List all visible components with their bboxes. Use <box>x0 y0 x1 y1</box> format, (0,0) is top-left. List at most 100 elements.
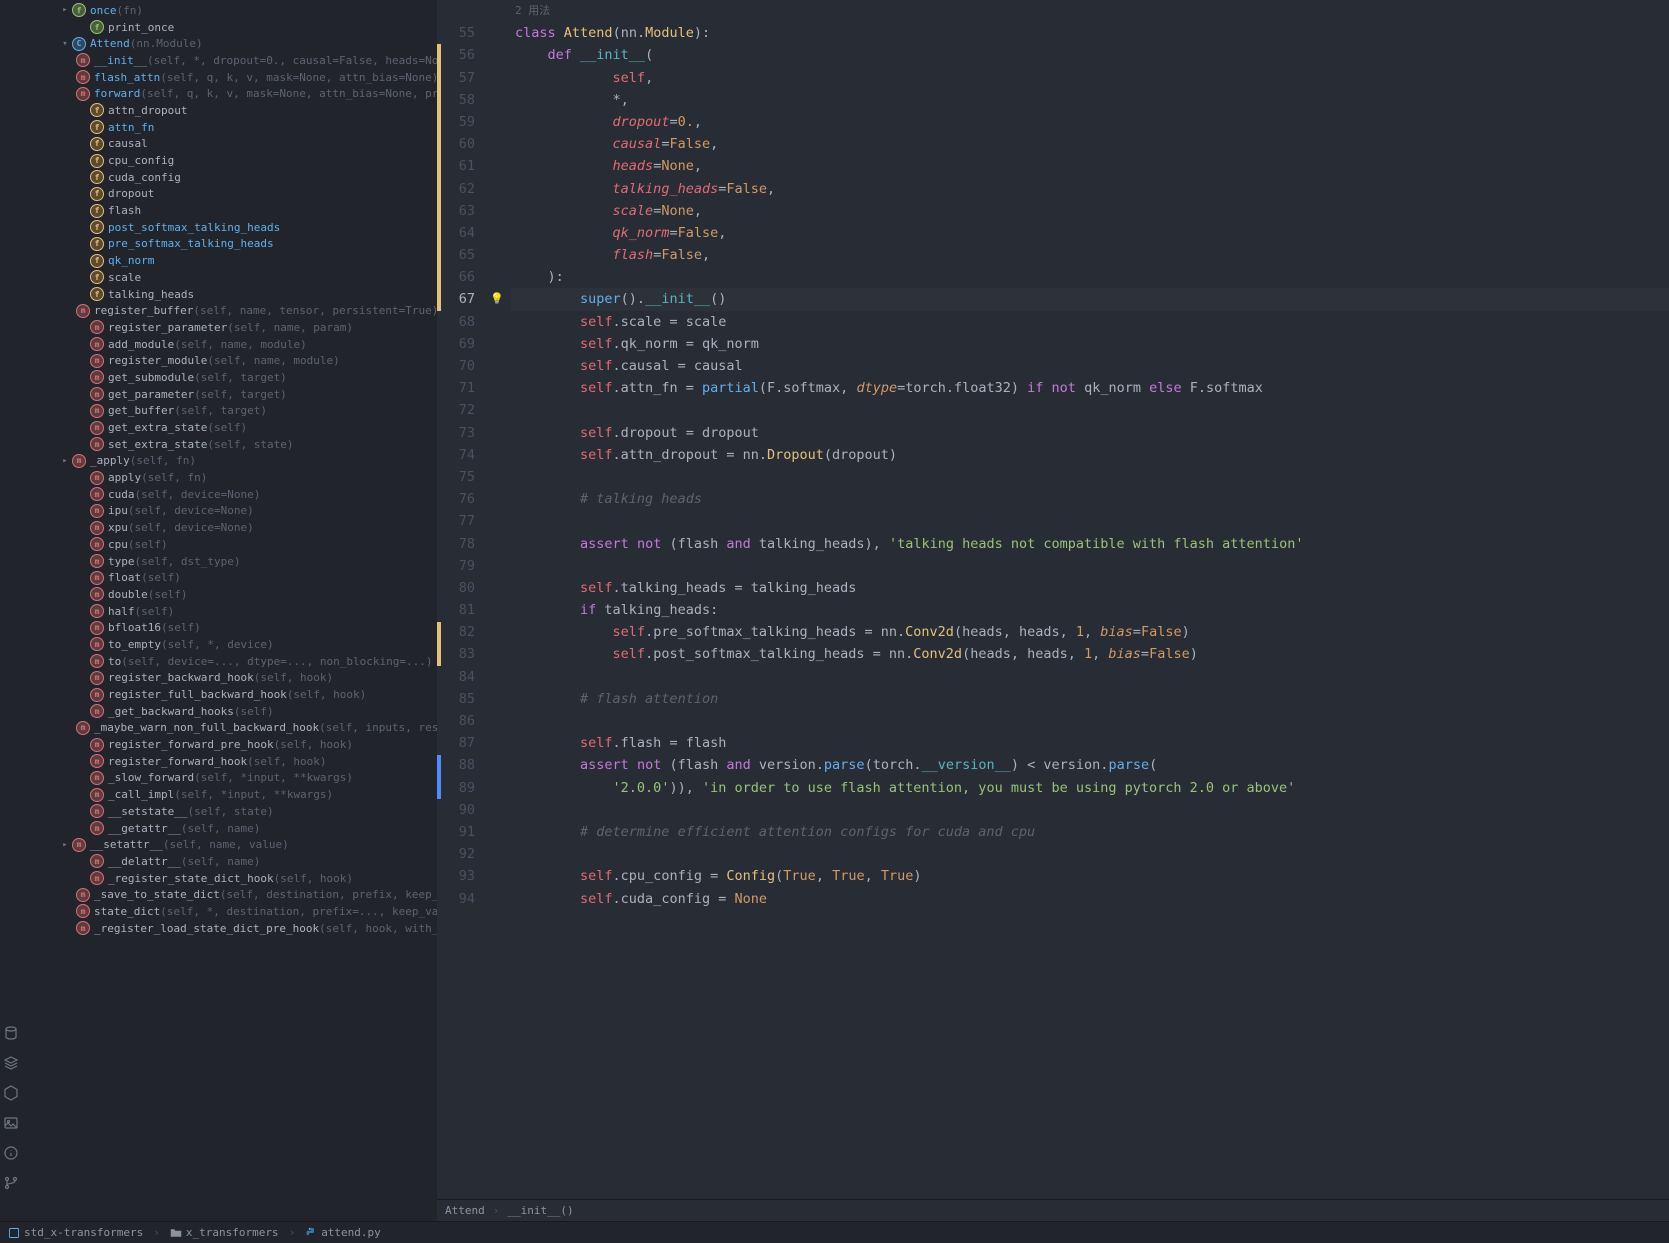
breadcrumb-item[interactable]: Attend <box>445 1204 485 1217</box>
code-line[interactable]: flash=False, <box>511 244 1669 266</box>
code-content[interactable]: 2 用法class Attend(nn.Module): def __init_… <box>511 0 1669 1199</box>
code-line[interactable]: '2.0.0')), 'in order to use flash attent… <box>511 777 1669 799</box>
code-line[interactable] <box>511 710 1669 732</box>
image-icon[interactable] <box>3 1115 19 1131</box>
structure-tree-item[interactable]: fflash <box>22 202 437 219</box>
structure-tree-item[interactable]: mget_parameter(self, target) <box>22 386 437 403</box>
structure-tree-item[interactable]: mcuda(self, device=None) <box>22 486 437 503</box>
structure-tree-item[interactable]: mstate_dict(self, *, destination, prefix… <box>22 903 437 920</box>
structure-tree-item[interactable]: mcpu(self) <box>22 536 437 553</box>
structure-tree-item[interactable]: fattn_dropout <box>22 102 437 119</box>
structure-tree-item[interactable]: ▾CAttend(nn.Module) <box>22 35 437 52</box>
structure-tree-item[interactable]: mtype(self, dst_type) <box>22 553 437 570</box>
code-line[interactable] <box>511 510 1669 532</box>
structure-tree-item[interactable]: m_slow_forward(self, *input, **kwargs) <box>22 770 437 787</box>
structure-tree-item[interactable]: m_maybe_warn_non_full_backward_hook(self… <box>22 720 437 737</box>
chevron-right-icon[interactable]: ▸ <box>58 5 72 15</box>
structure-tree-item[interactable]: fqk_norm <box>22 252 437 269</box>
code-line[interactable]: def __init__( <box>511 44 1669 66</box>
code-line[interactable]: self.dropout = dropout <box>511 422 1669 444</box>
structure-tree-item[interactable]: fprint_once <box>22 19 437 36</box>
structure-tree-item[interactable]: fcpu_config <box>22 152 437 169</box>
structure-tree-item[interactable]: m__getattr__(self, name) <box>22 820 437 837</box>
code-line[interactable]: self.flash = flash <box>511 732 1669 754</box>
code-line[interactable]: # determine efficient attention configs … <box>511 821 1669 843</box>
structure-tree-item[interactable]: mget_extra_state(self) <box>22 419 437 436</box>
code-line[interactable]: talking_heads=False, <box>511 178 1669 200</box>
code-editor[interactable]: 5556575859606162636465666768697071727374… <box>437 0 1669 1199</box>
code-line[interactable]: class Attend(nn.Module): <box>511 22 1669 44</box>
structure-tree-item[interactable]: mfloat(self) <box>22 569 437 586</box>
structure-tree-item[interactable]: mregister_full_backward_hook(self, hook) <box>22 686 437 703</box>
structure-tree-item[interactable]: m_call_impl(self, *input, **kwargs) <box>22 786 437 803</box>
structure-tree-item[interactable]: m_register_state_dict_hook(self, hook) <box>22 870 437 887</box>
code-line[interactable]: self.scale = scale <box>511 311 1669 333</box>
structure-tree-item[interactable]: ▸fonce(fn) <box>22 2 437 19</box>
code-line[interactable] <box>511 799 1669 821</box>
code-line[interactable] <box>511 666 1669 688</box>
code-line[interactable]: ): <box>511 266 1669 288</box>
code-line[interactable]: # flash attention <box>511 688 1669 710</box>
db-icon[interactable] <box>3 1025 19 1041</box>
structure-tree-item[interactable]: mhalf(self) <box>22 603 437 620</box>
structure-tree-item[interactable]: m_get_backward_hooks(self) <box>22 703 437 720</box>
structure-tree-item[interactable]: mget_buffer(self, target) <box>22 403 437 420</box>
chevron-down-icon[interactable]: ▾ <box>58 39 72 49</box>
code-line[interactable]: if talking_heads: <box>511 599 1669 621</box>
structure-tree-item[interactable]: mxpu(self, device=None) <box>22 519 437 536</box>
code-line[interactable] <box>511 843 1669 865</box>
structure-tree-item[interactable]: mapply(self, fn) <box>22 469 437 486</box>
structure-tree-item[interactable]: ▸m_apply(self, fn) <box>22 453 437 470</box>
code-line[interactable]: # talking heads <box>511 488 1669 510</box>
structure-tree-item[interactable]: mregister_module(self, name, module) <box>22 352 437 369</box>
code-line[interactable]: causal=False, <box>511 133 1669 155</box>
code-line[interactable]: self.talking_heads = talking_heads <box>511 577 1669 599</box>
structure-tree-item[interactable]: madd_module(self, name, module) <box>22 336 437 353</box>
structure-tree-item[interactable]: mdouble(self) <box>22 586 437 603</box>
code-line[interactable]: assert not (flash and talking_heads), 't… <box>511 533 1669 555</box>
structure-tree-item[interactable]: mget_submodule(self, target) <box>22 369 437 386</box>
chevron-right-icon[interactable]: ▸ <box>58 456 72 466</box>
structure-tree-item[interactable]: mregister_backward_hook(self, hook) <box>22 670 437 687</box>
structure-tree-item[interactable]: m__delattr__(self, name) <box>22 853 437 870</box>
structure-tree-item[interactable]: m_save_to_state_dict(self, destination, … <box>22 886 437 903</box>
structure-tree-item[interactable]: m__setstate__(self, state) <box>22 803 437 820</box>
structure-tree-item[interactable]: fpre_softmax_talking_heads <box>22 236 437 253</box>
breadcrumb-item[interactable]: __init__() <box>507 1204 573 1217</box>
structure-tree-item[interactable]: fattn_fn <box>22 119 437 136</box>
structure-tree-item[interactable]: ▸m__setattr__(self, name, value) <box>22 836 437 853</box>
code-line[interactable]: self.cuda_config = None <box>511 888 1669 910</box>
structure-tree-item[interactable]: mset_extra_state(self, state) <box>22 436 437 453</box>
structure-tree-item[interactable]: mforward(self, q, k, v, mask=None, attn_… <box>22 85 437 102</box>
structure-tree-item[interactable]: mregister_buffer(self, name, tensor, per… <box>22 302 437 319</box>
structure-tree-item[interactable]: fcuda_config <box>22 169 437 186</box>
usage-hint[interactable]: 2 用法 <box>511 0 1669 22</box>
code-line[interactable]: qk_norm=False, <box>511 222 1669 244</box>
code-line[interactable]: *, <box>511 89 1669 111</box>
layers-icon[interactable] <box>3 1055 19 1071</box>
structure-tree-item[interactable]: mregister_forward_hook(self, hook) <box>22 753 437 770</box>
status-file[interactable]: attend.py <box>305 1226 381 1239</box>
status-folder[interactable]: x_transformers <box>170 1226 279 1239</box>
structure-tree-item[interactable]: mregister_forward_pre_hook(self, hook) <box>22 736 437 753</box>
structure-tree-item[interactable]: fdropout <box>22 186 437 203</box>
structure-tree-item[interactable]: m_register_load_state_dict_pre_hook(self… <box>22 920 437 937</box>
info-icon[interactable] <box>3 1145 19 1161</box>
code-line[interactable]: super().__init__() <box>511 288 1669 310</box>
code-line[interactable]: self.attn_dropout = nn.Dropout(dropout) <box>511 444 1669 466</box>
structure-tree-item[interactable]: fpost_softmax_talking_heads <box>22 219 437 236</box>
code-line[interactable]: self.causal = causal <box>511 355 1669 377</box>
structure-tree-item[interactable]: mbfloat16(self) <box>22 619 437 636</box>
status-project[interactable]: std_x-transformers <box>8 1226 143 1239</box>
breadcrumb-bar[interactable]: Attend › __init__() <box>437 1199 1669 1221</box>
code-line[interactable]: self.qk_norm = qk_norm <box>511 333 1669 355</box>
code-line[interactable] <box>511 555 1669 577</box>
code-line[interactable]: dropout=0., <box>511 111 1669 133</box>
structure-tree-item[interactable]: fscale <box>22 269 437 286</box>
structure-tree-item[interactable]: mto(self, device=..., dtype=..., non_blo… <box>22 653 437 670</box>
structure-tree-item[interactable]: mto_empty(self, *, device) <box>22 636 437 653</box>
code-line[interactable] <box>511 466 1669 488</box>
code-line[interactable]: heads=None, <box>511 155 1669 177</box>
structure-sidebar[interactable]: ▸fonce(fn)fprint_once▾CAttend(nn.Module)… <box>22 0 437 1221</box>
structure-tree-item[interactable]: fcausal <box>22 136 437 153</box>
